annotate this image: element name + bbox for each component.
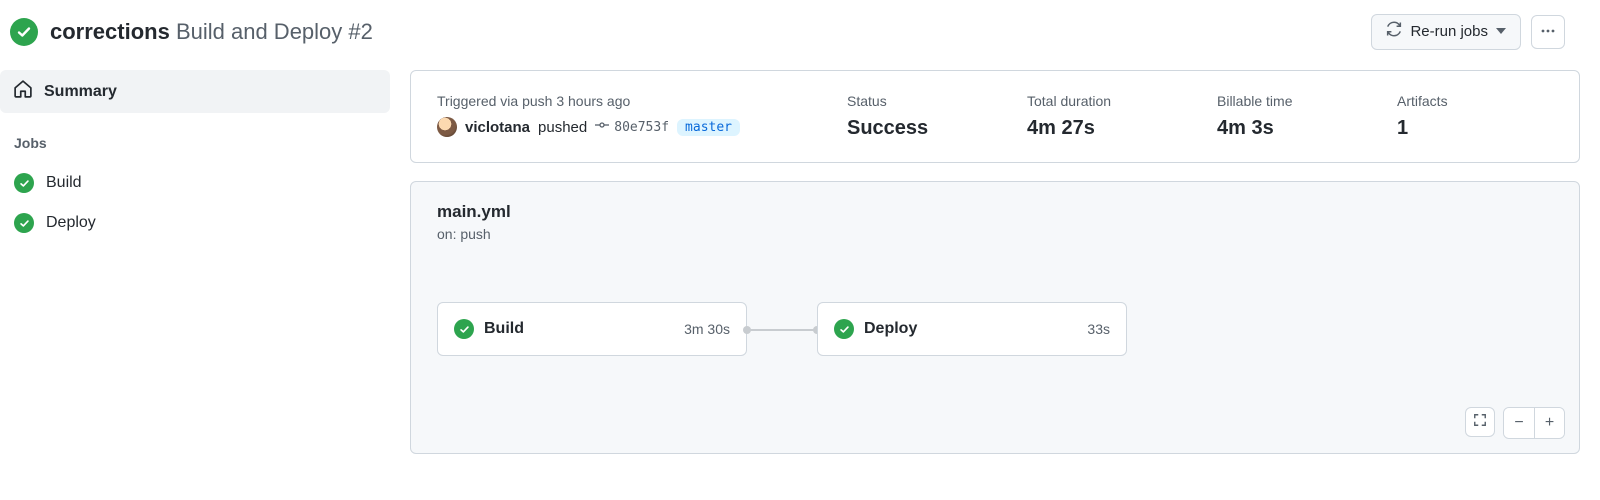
zoom-group: − + — [1503, 407, 1565, 439]
triangle-down-icon — [1496, 22, 1506, 42]
job-card-build[interactable]: Build 3m 30s — [437, 302, 747, 356]
job-card-deploy[interactable]: Deploy 33s — [817, 302, 1127, 356]
run-title-bold: corrections — [50, 19, 170, 44]
sidebar-job-label: Deploy — [46, 214, 96, 232]
run-title-rest: Build and Deploy #2 — [176, 19, 373, 44]
branch-badge[interactable]: master — [677, 119, 740, 136]
plus-icon: + — [1545, 414, 1554, 432]
zoom-in-button[interactable]: + — [1534, 408, 1564, 438]
check-circle-icon — [834, 319, 854, 339]
sidebar-job-deploy[interactable]: Deploy — [0, 203, 410, 243]
job-duration: 33s — [1087, 321, 1110, 337]
duration-value[interactable]: 4m 27s — [1027, 117, 1177, 140]
kebab-icon — [1540, 23, 1556, 42]
artifacts-label: Artifacts — [1397, 93, 1553, 109]
zoom-out-button[interactable]: − — [1504, 408, 1534, 438]
graph-controls: − + — [1465, 407, 1565, 439]
run-header-left: corrections Build and Deploy #2 — [10, 18, 373, 46]
summary-col-artifacts: Artifacts 1 — [1397, 93, 1553, 140]
main: Triggered via push 3 hours ago viclotana… — [410, 70, 1600, 454]
artifacts-value[interactable]: 1 — [1397, 117, 1553, 140]
trigger-line: viclotana pushed 80e753f master — [437, 117, 807, 137]
run-header-right: Re-run jobs — [1371, 14, 1590, 50]
run-title: corrections Build and Deploy #2 — [50, 19, 373, 45]
home-icon — [14, 80, 32, 103]
summary-col-trigger: Triggered via push 3 hours ago viclotana… — [437, 93, 807, 140]
commit-sha-text: 80e753f — [614, 120, 669, 135]
sidebar-item-summary[interactable]: Summary — [0, 70, 390, 113]
summary-card: Triggered via push 3 hours ago viclotana… — [410, 70, 1580, 163]
workflow-graph-header: main.yml on: push — [411, 182, 1579, 242]
rerun-jobs-label: Re-run jobs — [1410, 22, 1488, 42]
sidebar-jobs-heading: Jobs — [0, 129, 410, 163]
sidebar-summary-label: Summary — [44, 83, 117, 101]
run-header: corrections Build and Deploy #2 Re-run j… — [0, 0, 1600, 70]
fullscreen-button[interactable] — [1465, 407, 1495, 437]
git-commit-icon — [595, 118, 609, 136]
sync-icon — [1386, 21, 1402, 43]
layout: Summary Jobs Build Deploy Triggered via … — [0, 70, 1600, 454]
job-connector — [747, 329, 817, 331]
actor-link[interactable]: viclotana — [465, 119, 530, 136]
billable-label: Billable time — [1217, 93, 1357, 109]
summary-col-duration: Total duration 4m 27s — [1027, 93, 1177, 140]
pushed-word: pushed — [538, 119, 587, 136]
status-value: Success — [847, 117, 987, 140]
workflow-graph-body[interactable]: Build 3m 30s Deploy 33s — [437, 302, 1553, 362]
workflow-graph-panel: main.yml on: push Build 3m 30s — [410, 181, 1580, 454]
job-name: Deploy — [864, 320, 917, 338]
status-label: Status — [847, 93, 987, 109]
more-actions-button[interactable] — [1531, 15, 1565, 49]
workflow-file-name[interactable]: main.yml — [437, 202, 1553, 222]
check-circle-icon — [10, 18, 38, 46]
avatar[interactable] — [437, 117, 457, 137]
minus-icon: − — [1514, 414, 1523, 432]
trigger-label: Triggered via push 3 hours ago — [437, 93, 807, 109]
check-circle-icon — [454, 319, 474, 339]
duration-label: Total duration — [1027, 93, 1177, 109]
job-name: Build — [484, 320, 524, 338]
sidebar-job-build[interactable]: Build — [0, 163, 410, 203]
sidebar: Summary Jobs Build Deploy — [0, 70, 410, 243]
sidebar-job-label: Build — [46, 174, 82, 192]
check-circle-icon — [14, 213, 34, 233]
job-duration: 3m 30s — [684, 321, 730, 337]
fullscreen-icon — [1473, 413, 1487, 432]
billable-value[interactable]: 4m 3s — [1217, 117, 1357, 140]
rerun-jobs-button[interactable]: Re-run jobs — [1371, 14, 1521, 50]
workflow-on-line: on: push — [437, 226, 1553, 242]
summary-col-status: Status Success — [847, 93, 987, 140]
check-circle-icon — [14, 173, 34, 193]
summary-col-billable: Billable time 4m 3s — [1217, 93, 1357, 140]
commit-link[interactable]: 80e753f — [595, 118, 669, 136]
